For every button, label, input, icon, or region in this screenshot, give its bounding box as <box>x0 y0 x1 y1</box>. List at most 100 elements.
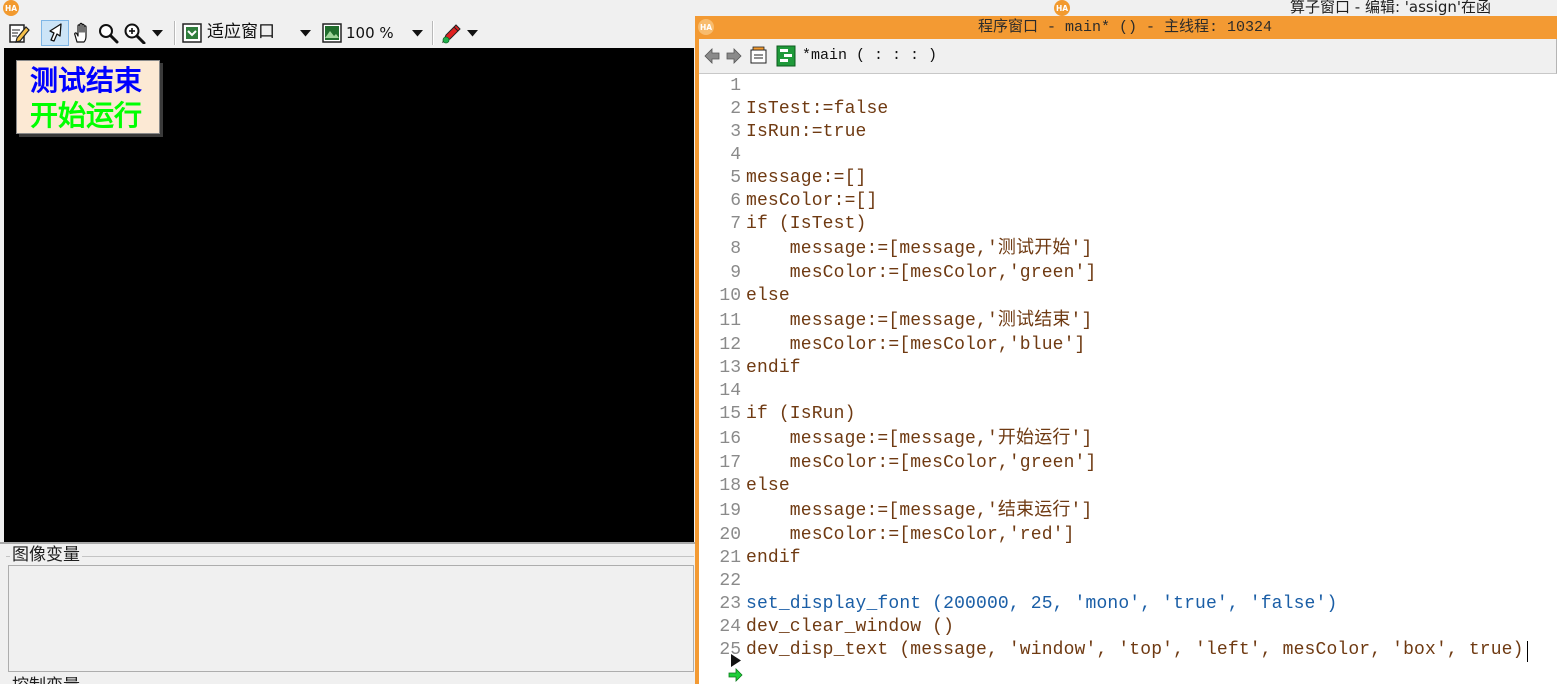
code-line[interactable]: 18 else <box>699 475 1557 498</box>
code-line[interactable]: 9 mesColor:=[mesColor,'green'] <box>699 262 1557 285</box>
code-text[interactable]: message:=[] <box>741 167 866 190</box>
edit-interface-icon[interactable] <box>750 46 767 64</box>
code-line[interactable]: 16 message:=[message,'开始运行'] <box>699 426 1557 452</box>
code-text[interactable]: else <box>741 475 790 498</box>
halcon-logo-icon: HA <box>3 0 19 16</box>
code-text[interactable]: set_display_font (200000, 25, 'mono', 't… <box>741 593 1337 616</box>
image-variables-label: 图像变量 <box>10 545 82 565</box>
forward-icon[interactable] <box>726 48 742 64</box>
code-text[interactable] <box>741 380 746 403</box>
line-number: 11 <box>719 311 741 331</box>
zoom-level-dropdown-arrow-icon[interactable] <box>412 30 423 37</box>
line-number: 2 <box>730 99 741 119</box>
code-line[interactable]: 4 <box>699 144 1557 167</box>
code-text[interactable]: message:=[message,'开始运行'] <box>741 426 1092 452</box>
logo-text: HA <box>1056 4 1068 13</box>
code-text[interactable]: if (IsTest) <box>741 213 866 236</box>
draw-color-icon[interactable] <box>440 21 464 45</box>
code-text[interactable]: dev_clear_window () <box>741 616 954 639</box>
line-number: 3 <box>730 122 741 142</box>
back-icon[interactable] <box>704 48 720 64</box>
hand-icon[interactable] <box>71 22 93 44</box>
message-text: 开始运行 <box>30 99 143 132</box>
line-number: 21 <box>719 548 741 568</box>
procedure-signature[interactable]: *main ( : : : ) <box>802 46 937 66</box>
graphics-toolbar: 适应窗口 100 % <box>0 17 695 48</box>
code-text[interactable]: if (IsRun) <box>741 403 856 426</box>
code-line[interactable]: 14 <box>699 380 1557 403</box>
code-text[interactable] <box>741 570 746 593</box>
control-variables-label: 控制变量 <box>12 676 112 684</box>
code-text[interactable]: message:=[message,'测试开始'] <box>741 236 1092 262</box>
code-lines: 1 2 IsTest:=false 3 IsRun:=true 4 5 message:=[]… <box>699 75 1557 662</box>
halcon-logo-icon: HA <box>698 19 714 35</box>
operator-window-title[interactable]: 算子窗口 - 编辑: 'assign'在函 <box>1290 0 1557 16</box>
code-line[interactable]: 22 <box>699 570 1557 593</box>
zoom-mode-dropdown-arrow-icon[interactable] <box>152 30 163 37</box>
fit-window-icon[interactable] <box>182 23 202 43</box>
line-number: 9 <box>730 263 741 283</box>
program-window-title-bar[interactable]: HA 程序窗口 - main* () - 主线程: 10324 <box>695 16 1557 39</box>
draw-color-dropdown-arrow-icon[interactable] <box>467 30 478 37</box>
code-text[interactable]: IsRun:=true <box>741 121 866 144</box>
pointer-icon <box>49 23 62 42</box>
code-line[interactable]: 23 set_display_font (200000, 25, 'mono', … <box>699 593 1557 616</box>
graphics-window: 适应窗口 100 % 测试结束 开始运行 图像变量 控制变量 <box>0 17 695 684</box>
pointer-tool-button[interactable] <box>41 20 69 46</box>
graphics-display[interactable]: 测试结束 开始运行 <box>4 48 694 542</box>
code-line[interactable]: 21 endif <box>699 547 1557 570</box>
program-window-title: 程序窗口 - main* () - 主线程: 10324 <box>978 19 1273 36</box>
image-variables-list[interactable] <box>8 565 694 672</box>
zoom-in-icon[interactable] <box>123 22 147 44</box>
line-number: 24 <box>719 617 741 637</box>
code-line[interactable]: 8 message:=[message,'测试开始'] <box>699 236 1557 262</box>
code-line[interactable]: 15 if (IsRun) <box>699 403 1557 426</box>
code-text[interactable]: endif <box>741 357 801 380</box>
code-text[interactable]: dev_disp_text (message, 'window', 'top',… <box>741 639 1524 662</box>
zoom-level-dropdown[interactable]: 100 % <box>346 22 394 44</box>
line-number: 19 <box>719 501 741 521</box>
code-text[interactable]: message:=[message,'测试结束'] <box>741 308 1092 334</box>
code-line[interactable]: 3 IsRun:=true <box>699 121 1557 144</box>
line-number: 8 <box>730 239 741 259</box>
code-text[interactable]: message:=[message,'结束运行'] <box>741 498 1092 524</box>
code-line[interactable]: 1 <box>699 75 1557 98</box>
fit-window-dropdown[interactable]: 适应窗口 <box>207 21 275 43</box>
code-line[interactable]: 2 IsTest:=false <box>699 98 1557 121</box>
code-text[interactable]: IsTest:=false <box>741 98 888 121</box>
code-line[interactable]: 7 if (IsTest) <box>699 213 1557 236</box>
message-box: 测试结束 开始运行 <box>16 60 160 134</box>
code-line[interactable]: 17 mesColor:=[mesColor,'green'] <box>699 452 1557 475</box>
code-text[interactable]: else <box>741 285 790 308</box>
code-line[interactable]: 12 mesColor:=[mesColor,'blue'] <box>699 334 1557 357</box>
magnifier-icon[interactable] <box>97 22 119 44</box>
edit-icon[interactable] <box>8 22 30 44</box>
code-text[interactable]: endif <box>741 547 801 570</box>
code-line[interactable]: 19 message:=[message,'结束运行'] <box>699 498 1557 524</box>
logo-text: HA <box>5 4 17 13</box>
program-window: HA 程序窗口 - main* () - 主线程: 10324 *main ( … <box>695 16 1557 684</box>
line-number: 5 <box>730 168 741 188</box>
code-editor[interactable]: 1 2 IsTest:=false 3 IsRun:=true 4 5 message:=[]… <box>699 74 1557 684</box>
code-line[interactable]: 25 dev_disp_text (message, 'window', 'top… <box>699 639 1557 662</box>
code-line[interactable]: 13 endif <box>699 357 1557 380</box>
code-line[interactable]: 6 mesColor:=[] <box>699 190 1557 213</box>
code-line[interactable]: 10 else <box>699 285 1557 308</box>
code-line[interactable]: 20 mesColor:=[mesColor,'red'] <box>699 524 1557 547</box>
image-zoom-icon[interactable] <box>322 23 342 43</box>
line-number: 20 <box>719 525 741 545</box>
code-text[interactable]: mesColor:=[mesColor,'blue'] <box>741 334 1086 357</box>
fit-window-dropdown-arrow-icon[interactable] <box>300 30 311 37</box>
code-text[interactable]: mesColor:=[mesColor,'green'] <box>741 262 1097 285</box>
code-text[interactable]: mesColor:=[mesColor,'green'] <box>741 452 1097 475</box>
code-line[interactable]: 5 message:=[] <box>699 167 1557 190</box>
procedure-icon[interactable] <box>776 45 796 67</box>
code-text[interactable]: mesColor:=[] <box>741 190 877 213</box>
code-text[interactable] <box>741 144 746 167</box>
program-counter-icon[interactable] <box>728 668 743 682</box>
insert-cursor-icon[interactable] <box>730 654 742 667</box>
code-text[interactable] <box>741 75 746 98</box>
code-line[interactable]: 24 dev_clear_window () <box>699 616 1557 639</box>
code-text[interactable]: mesColor:=[mesColor,'red'] <box>741 524 1075 547</box>
code-line[interactable]: 11 message:=[message,'测试结束'] <box>699 308 1557 334</box>
